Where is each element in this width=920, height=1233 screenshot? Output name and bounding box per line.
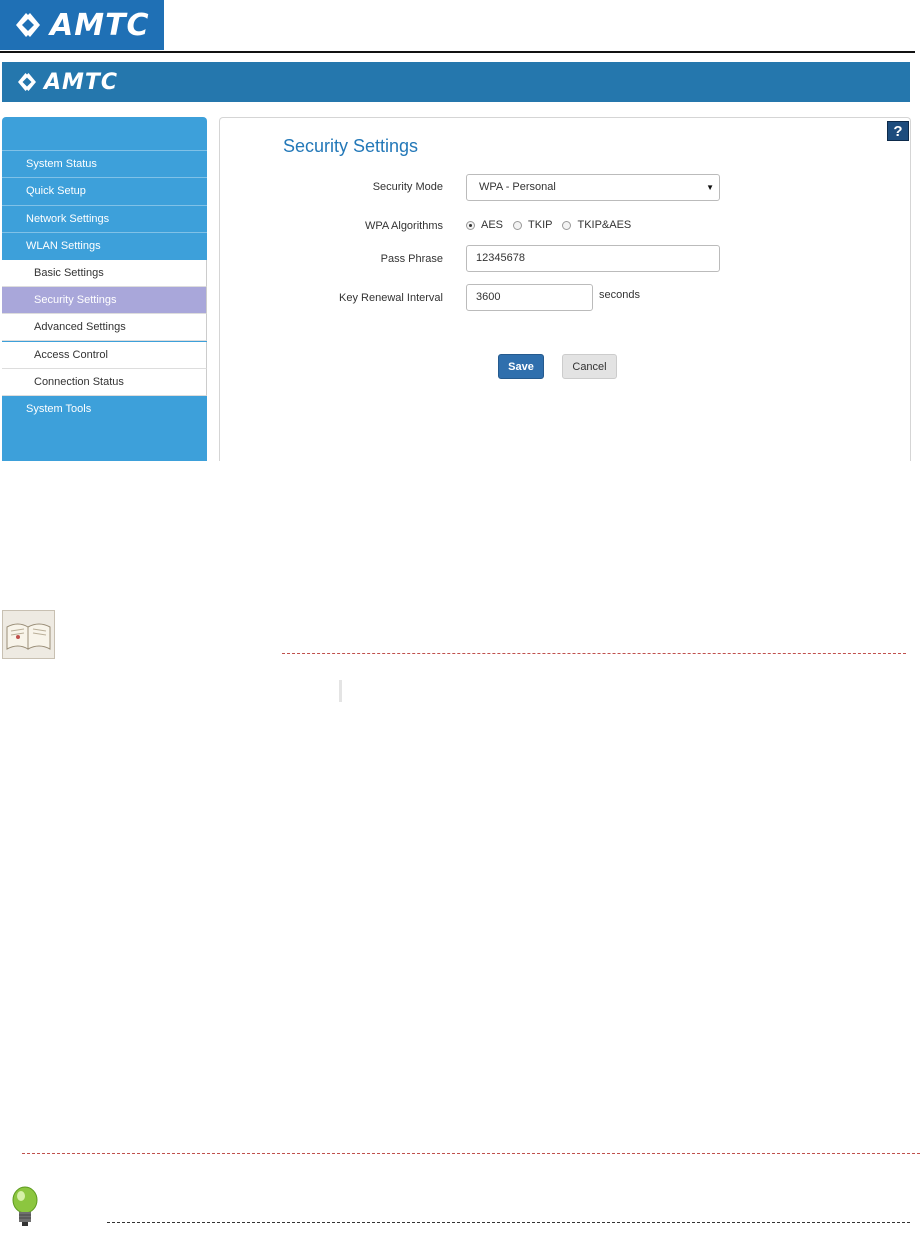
sidebar-subitem-basic-settings[interactable]: Basic Settings [2,260,207,287]
note-divider [282,653,906,654]
help-icon[interactable]: ? [887,121,909,141]
page: AMTC AMTC System Status Quick Setup Netw… [0,0,920,1233]
lightbulb-icon [12,1186,38,1226]
sidebar-item-quick-setup[interactable]: Quick Setup [2,177,207,204]
radio-tkip-aes[interactable] [562,220,572,230]
book-icon [2,610,55,659]
sidebar-item-network-settings[interactable]: Network Settings [2,205,207,232]
radio-tkip-label: TKIP [528,219,553,231]
radio-aes[interactable] [466,220,475,230]
chevron-down-icon: ▼ [706,183,714,192]
pass-phrase-label: Pass Phrase [380,253,443,265]
amtc-emblem-icon [18,73,36,91]
sidebar-item-wlan-settings[interactable]: WLAN Settings [2,232,207,259]
radio-tkip-aes-label: TKIP&AES [577,219,632,231]
security-mode-label: Security Mode [372,181,443,193]
sidebar-item-system-status[interactable]: System Status [2,150,207,177]
sidebar-item-system-tools[interactable]: System Tools [2,396,207,423]
tip-divider [107,1222,910,1223]
save-button[interactable]: Save [498,354,544,379]
text-cursor-mark [339,680,342,702]
wpa-algorithms-label: WPA Algorithms [364,220,443,232]
amtc-emblem-icon [16,13,40,37]
header-rule [0,51,915,53]
book-illustration [6,623,51,650]
security-mode-select[interactable]: WPA - Personal ▼ [466,174,720,201]
sidebar-subitem-security-settings[interactable]: Security Settings [2,287,207,314]
sidebar: System Status Quick Setup Network Settin… [2,117,207,461]
key-renewal-input[interactable]: 3600 [466,284,593,311]
banner-logo-text: AMTC [44,69,119,95]
pass-phrase-input[interactable]: 12345678 [466,245,720,272]
page-title: Security Settings [283,136,419,156]
security-mode-value: WPA - Personal [479,181,556,193]
section-divider [22,1153,920,1154]
router-banner: AMTC [2,62,910,102]
document-logo: AMTC [0,0,164,50]
sidebar-subitem-advanced-settings[interactable]: Advanced Settings [2,314,207,341]
key-renewal-unit: seconds [599,289,640,301]
cancel-button[interactable]: Cancel [562,354,617,379]
wpa-algorithms-radio-group: AES TKIP TKIP&AES [466,219,641,231]
sidebar-subitem-access-control[interactable]: Access Control [2,342,207,369]
radio-aes-label: AES [481,219,504,231]
key-renewal-label: Key Renewal Interval [339,292,443,304]
document-logo-text: AMTC [50,7,150,43]
radio-tkip[interactable] [513,220,523,230]
sidebar-subitem-connection-status[interactable]: Connection Status [2,369,207,396]
